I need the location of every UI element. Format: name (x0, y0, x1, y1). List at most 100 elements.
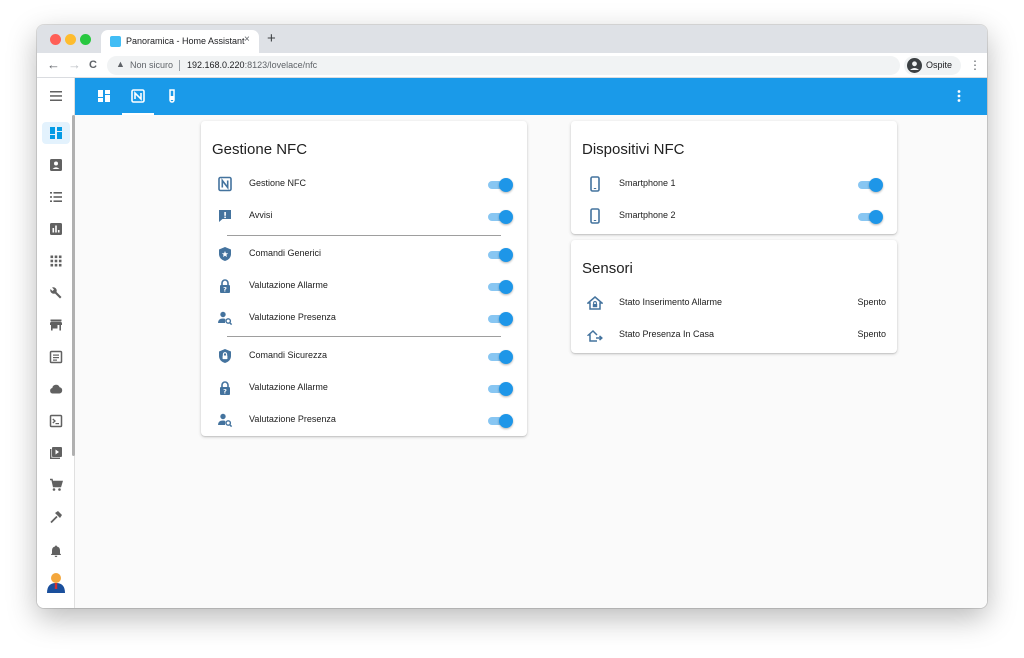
menu-icon (50, 91, 62, 101)
sidebar-item-cloud[interactable] (42, 378, 70, 400)
sidebar-item-media[interactable] (42, 442, 70, 464)
entity-row[interactable]: Valutazione Presenza (201, 302, 527, 334)
sidebar-item-developer[interactable] (42, 506, 70, 528)
play-box-icon (50, 447, 62, 459)
tab-strip: Panoramica - Home Assistant × + (37, 25, 987, 53)
toggle-switch[interactable] (487, 350, 513, 364)
sidebar-item-terminal[interactable] (42, 410, 70, 432)
warning-triangle-icon[interactable]: ▲ (116, 59, 125, 69)
sidebar-item-history[interactable] (42, 218, 70, 240)
entity-label: Valutazione Allarme (249, 280, 328, 290)
sidebar-item-shopping[interactable] (42, 474, 70, 496)
card-title: Dispositivi NFC (582, 141, 685, 158)
entity-label: Stato Inserimento Allarme (619, 297, 723, 307)
entity-row[interactable]: Stato Presenza In Casa Spento (571, 319, 897, 351)
toggle-switch[interactable] (487, 382, 513, 396)
reload-button[interactable]: C (89, 57, 97, 73)
entity-label: Smartphone 1 (619, 178, 676, 188)
sidebar-item-logbook[interactable] (42, 186, 70, 208)
account-search-icon (217, 310, 233, 326)
entity-row[interactable]: Stato Inserimento Allarme Spento (571, 287, 897, 319)
sidebar-item-apps[interactable] (42, 250, 70, 272)
entity-row[interactable]: Smartphone 1 (571, 168, 897, 200)
view-tab-test[interactable] (156, 78, 188, 115)
sidebar-item-notifications[interactable] (42, 540, 70, 562)
entity-row[interactable]: Avvisi (201, 200, 527, 232)
toggle-switch[interactable] (487, 210, 513, 224)
toggle-switch[interactable] (487, 178, 513, 192)
entity-row[interactable]: Comandi Generici (201, 238, 527, 270)
browser-menu-icon[interactable]: ⋮ (969, 58, 981, 72)
address-separator (179, 60, 180, 71)
toggle-switch[interactable] (487, 248, 513, 262)
card-sensori: Sensori Stato Inserimento Allarme Spento… (571, 240, 897, 353)
entity-label: Comandi Sicurezza (249, 350, 328, 360)
entity-row[interactable]: Smartphone 2 (571, 200, 897, 232)
entity-row[interactable]: ? Valutazione Allarme (201, 372, 527, 404)
dashboard-content: Gestione NFC Gestione NFC Avvisi Comandi… (75, 115, 987, 608)
address-bar[interactable]: ▲ Non sicuro 192.168.0.220:8123/lovelace… (107, 56, 900, 75)
browser-toolbar: ← → C ▲ Non sicuro 192.168.0.220:8123/lo… (37, 53, 987, 78)
dashboard-icon (98, 90, 110, 102)
nfc-icon (217, 176, 233, 192)
user-avatar-icon (47, 573, 65, 593)
hammer-icon (50, 511, 62, 524)
card-title: Sensori (582, 260, 633, 277)
sidebar-item-settings[interactable] (42, 282, 70, 304)
security-label[interactable]: Non sicuro (130, 60, 173, 70)
sidebar-item-logs[interactable] (42, 346, 70, 368)
toggle-switch[interactable] (857, 178, 883, 192)
tab-title: Panoramica - Home Assistant (126, 36, 245, 46)
toggle-switch[interactable] (857, 210, 883, 224)
close-window-button[interactable] (50, 34, 61, 45)
entity-label: Valutazione Allarme (249, 382, 328, 392)
zoom-window-button[interactable] (80, 34, 91, 45)
list-icon (50, 192, 62, 202)
tab-close-icon[interactable]: × (244, 34, 250, 45)
entity-label: Smartphone 2 (619, 210, 676, 220)
entity-row[interactable]: Gestione NFC (201, 168, 527, 200)
home-lock-icon (585, 295, 605, 311)
entity-state: Spento (857, 297, 886, 307)
minimize-window-button[interactable] (65, 34, 76, 45)
toggle-switch[interactable] (487, 280, 513, 294)
sidebar-item-store[interactable] (42, 314, 70, 336)
wrench-icon (50, 287, 62, 299)
more-options-icon[interactable] (955, 89, 963, 103)
sidebar-item-people[interactable] (42, 154, 70, 176)
view-tab-overview[interactable] (88, 78, 120, 115)
entity-row[interactable]: ? Valutazione Allarme (201, 270, 527, 302)
svg-text:?: ? (223, 388, 227, 396)
app-header (37, 78, 987, 115)
entity-label: Valutazione Presenza (249, 414, 336, 424)
sidebar-toggle-button[interactable] (37, 78, 75, 115)
card-dispositivi-nfc: Dispositivi NFC Smartphone 1 Smartphone … (571, 121, 897, 234)
sidebar-item-overview[interactable] (42, 122, 70, 144)
browser-tab[interactable]: Panoramica - Home Assistant × (101, 30, 259, 53)
svg-text:?: ? (223, 286, 227, 294)
account-circle-icon (907, 58, 922, 73)
section-divider (227, 235, 501, 236)
url-path: :8123/lovelace/nfc (244, 60, 318, 70)
entity-row[interactable]: Comandi Sicurezza (201, 340, 527, 372)
tube-icon (169, 89, 175, 103)
cellphone-icon (587, 176, 603, 192)
sidebar-item-profile[interactable] (42, 569, 70, 595)
toggle-switch[interactable] (487, 312, 513, 326)
account-box-icon (50, 159, 62, 171)
url-host: 192.168.0.220 (187, 60, 245, 70)
document-icon (49, 350, 63, 364)
url-text[interactable]: 192.168.0.220:8123/lovelace/nfc (187, 60, 317, 70)
message-alert-icon (217, 208, 233, 224)
view-tab-nfc[interactable] (122, 78, 154, 115)
profile-button[interactable]: Ospite (904, 56, 961, 75)
console-icon (49, 414, 63, 428)
bell-icon (51, 545, 61, 558)
back-button[interactable]: ← (47, 57, 60, 73)
entity-label: Valutazione Presenza (249, 312, 336, 322)
home-export-icon (586, 327, 603, 343)
entity-row[interactable]: Valutazione Presenza (201, 404, 527, 436)
toggle-switch[interactable] (487, 414, 513, 428)
forward-button[interactable]: → (68, 57, 81, 73)
new-tab-button[interactable]: + (267, 30, 276, 48)
